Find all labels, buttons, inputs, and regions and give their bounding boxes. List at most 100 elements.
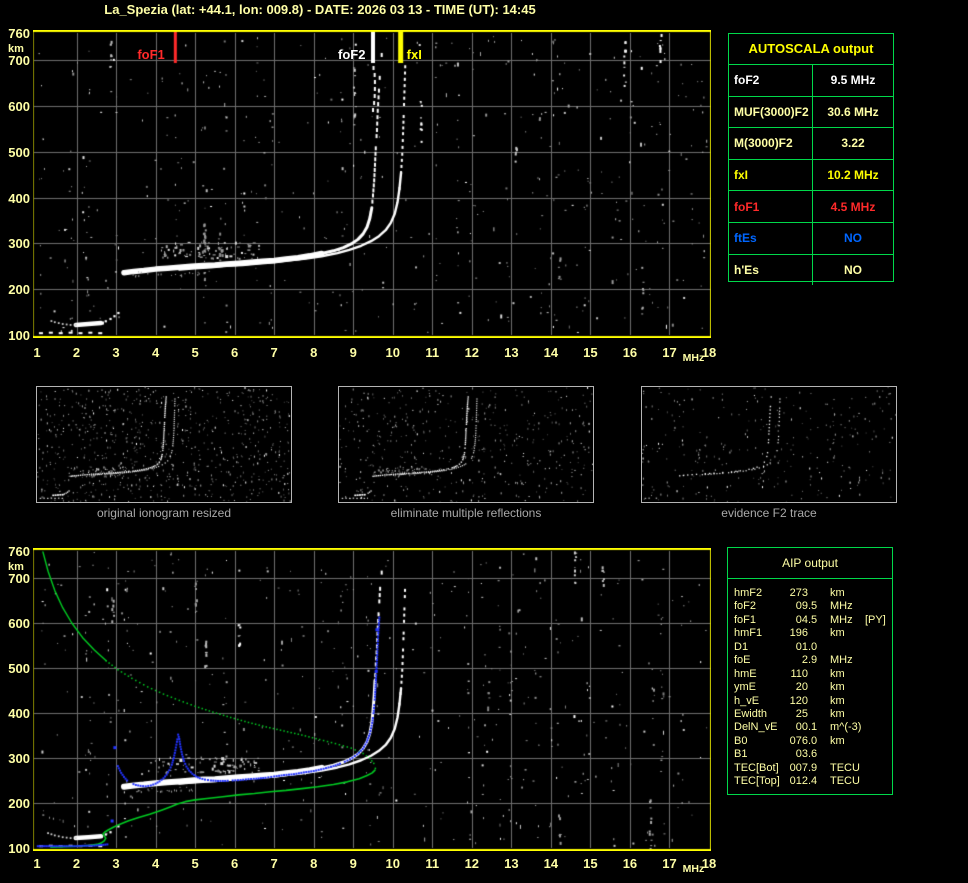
x-tick-label: 12: [464, 345, 480, 360]
aip-output-table: AIP output hmF2 273 km foF2 09.5 MHz foF1 04.5 M…: [727, 547, 893, 795]
profile-ionogram-canvas: [33, 548, 711, 851]
aip-param-unit: km: [830, 667, 845, 680]
x-tick-label: 8: [310, 345, 318, 360]
x-tick-label: 12: [464, 856, 480, 871]
y-tick-label: 300: [8, 751, 30, 766]
autoscala-window: La_Spezia (lat: +44.1, lon: 009.8) - DAT…: [0, 0, 968, 883]
aip-row-hmF1: hmF1 196 km: [728, 627, 892, 640]
aip-param-unit: m^(-3): [830, 721, 862, 734]
x-tick-label: 15: [583, 345, 598, 360]
x-tick-label: 6: [231, 345, 239, 360]
thumbnail-evidence-canvas: [642, 387, 896, 502]
autoscala-row-MUF(3000)F2: MUF(3000)F2 30.6 MHz: [729, 96, 893, 129]
aip-param-unit: MHz: [830, 600, 853, 613]
autoscala-param-label: MUF(3000)F2: [729, 96, 813, 128]
x-tick-label: 13: [504, 345, 519, 360]
aip-param-unit: km: [830, 707, 845, 720]
autoscala-param-label: fxI: [729, 159, 813, 191]
page-title: La_Spezia (lat: +44.1, lon: 009.8) - DAT…: [104, 2, 536, 17]
marker-label-fxI: fxI: [406, 47, 422, 62]
x-tick-label: 2: [72, 856, 81, 871]
aip-row-foF1: foF1 04.5 MHz [PY]: [728, 614, 892, 627]
x-tick-label: 3: [112, 345, 120, 360]
aip-param-unit: km: [830, 734, 845, 747]
autoscala-param-label: M(3000)F2: [729, 128, 813, 159]
y-tick-label: 100: [8, 841, 30, 856]
y-tick-label: 100: [8, 328, 30, 343]
aip-row-TEC[Bot]: TEC[Bot] 007.9 TECU: [728, 762, 892, 775]
y-tick-label: 760: [8, 26, 30, 41]
x-tick-label: 1: [33, 856, 41, 871]
autoscala-row-fxI: fxI 10.2 MHz: [729, 159, 893, 192]
thumbnail-caption-eliminate: eliminate multiple reflections: [390, 506, 542, 520]
x-tick-label: 14: [543, 856, 559, 871]
profile-ionogram-plot: [33, 548, 711, 851]
x-tick-label: 4: [151, 345, 160, 360]
autoscala-table-rows: foF2 9.5 MHz MUF(3000)F2 30.6 MHz M(3000)F2 3…: [729, 65, 893, 286]
x-tick-label: 4: [151, 856, 160, 871]
x-tick-label: 7: [270, 345, 278, 360]
autoscala-row-ftEs: ftEs NO: [729, 222, 893, 255]
autoscala-row-M(3000)F2: M(3000)F2 3.22: [729, 128, 893, 160]
aip-param-unit: TECU: [830, 761, 860, 774]
aip-param-unit: km: [830, 587, 845, 599]
x-tick-label: 15: [583, 856, 598, 871]
x-axis-unit-label: MHz: [682, 863, 705, 875]
x-tick-label: 13: [504, 856, 519, 871]
aip-row-D1: D1 01.0: [728, 641, 892, 654]
aip-row-TEC[Top]: TEC[Top] 012.4 TECU: [728, 775, 892, 788]
y-tick-label: 400: [8, 190, 30, 206]
aip-param-name: B1: [734, 748, 748, 761]
x-tick-label: 8: [310, 856, 318, 871]
autoscala-param-value: 30.6 MHz: [827, 104, 879, 119]
aip-table-rows: hmF2 273 km foF2 09.5 MHz foF1 04.5 MHz [PY] hmF1 1…: [728, 587, 892, 789]
aip-param-name: foE: [734, 654, 751, 667]
marker-label-foF1: foF1: [137, 47, 165, 62]
x-tick-label: 5: [191, 345, 199, 360]
x-tick-label: 16: [622, 345, 638, 360]
x-tick-label: 11: [425, 345, 440, 360]
aip-row-DelN_vE: DelN_vE 00.1 m^(-3): [728, 721, 892, 734]
autoscala-output-table: AUTOSCALA output foF2 9.5 MHz MUF(3000)F2 3…: [728, 33, 894, 286]
x-tick-label: 2: [72, 345, 81, 360]
autoscala-row-foF2: foF2 9.5 MHz: [729, 65, 893, 97]
x-tick-label: 9: [349, 856, 357, 871]
x-tick-label: 10: [385, 856, 400, 871]
aip-row-ymE: ymE 20 km: [728, 681, 892, 694]
aip-param-unit: MHz: [830, 654, 853, 667]
x-axis-unit-label: MHz: [682, 352, 705, 364]
y-tick-label: 500: [8, 661, 30, 676]
autoscala-row-h'Es: h'Es NO: [729, 254, 893, 286]
x-tick-label: 10: [385, 345, 400, 360]
y-axis-unit-label: km: [8, 561, 24, 573]
thumbnail-evidence-f2: [641, 386, 897, 503]
autoscala-param-value: NO: [844, 262, 862, 277]
aip-param-unit: km: [830, 627, 845, 640]
aip-param-note: [PY]: [865, 613, 886, 626]
aip-param-name: D1: [734, 640, 749, 653]
thumbnail-caption-original: original ionogram resized: [96, 506, 232, 520]
thumbnail-original-canvas: [37, 387, 291, 502]
aip-row-Ewidth: Ewidth 25 km: [728, 708, 892, 721]
aip-row-hmF2: hmF2 273 km: [728, 587, 892, 600]
thumbnail-original-ionogram: [36, 386, 292, 503]
x-tick-label: 16: [622, 856, 638, 871]
aip-row-B0: B0 076.0 km: [728, 735, 892, 748]
aip-param-unit: km: [830, 694, 845, 707]
y-tick-label: 500: [8, 144, 30, 160]
y-tick-label: 600: [8, 616, 30, 631]
thumbnail-eliminate-reflections: [338, 386, 594, 503]
autoscala-param-value: 10.2 MHz: [827, 168, 879, 183]
autoscala-param-value: 4.5 MHz: [830, 199, 876, 214]
x-tick-label: 14: [543, 345, 559, 360]
autoscala-table-title: AUTOSCALA output: [729, 34, 893, 65]
x-tick-label: 9: [349, 345, 357, 360]
thumbnail-eliminate-canvas: [339, 387, 593, 502]
y-tick-label: 200: [8, 796, 30, 811]
aip-param-unit: TECU: [830, 775, 860, 788]
thumbnail-caption-evidence: evidence F2 trace: [721, 506, 817, 520]
x-tick-label: 1: [33, 345, 41, 360]
autoscala-param-label: h'Es: [729, 254, 813, 286]
aip-param-unit: km: [830, 681, 845, 694]
aip-param-value: 01.0: [795, 640, 818, 653]
